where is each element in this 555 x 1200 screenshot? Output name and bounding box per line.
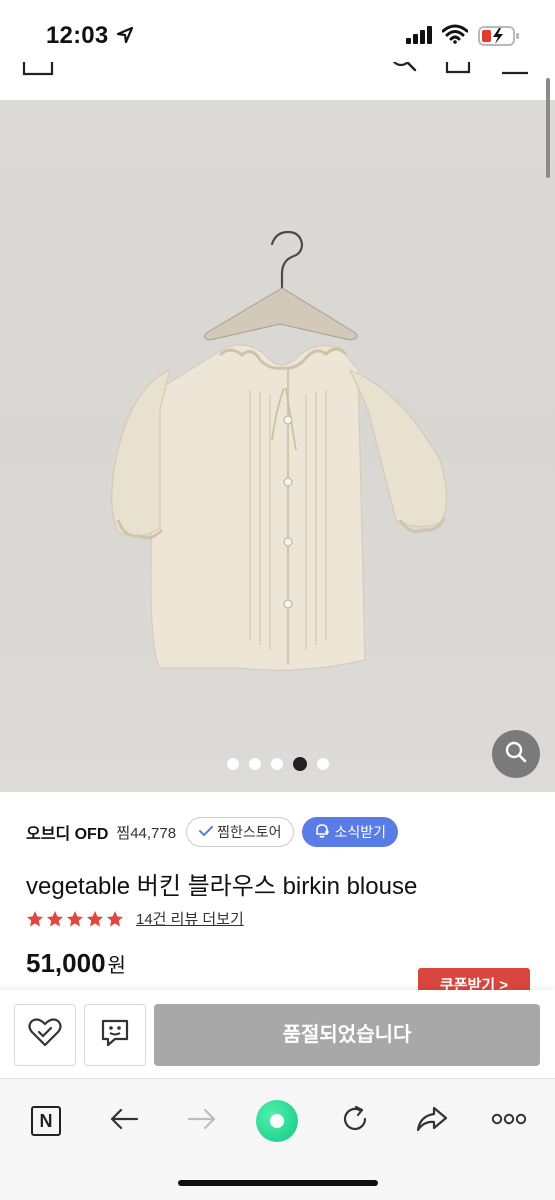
more-dots-icon (491, 1112, 527, 1130)
battery-charging-icon (478, 25, 520, 52)
carousel-dot[interactable] (270, 758, 283, 770)
carousel-indicator (0, 757, 555, 772)
more-button[interactable] (487, 1099, 531, 1143)
seller-row: 오브디 OFD 찜44,778 찜한스토어 소식받기 (26, 816, 399, 848)
share-button[interactable] (410, 1099, 454, 1143)
forward-button[interactable] (180, 1099, 224, 1143)
wifi-icon (441, 24, 469, 49)
status-bar: 12:03 (0, 0, 555, 62)
home-indicator[interactable] (178, 1180, 378, 1186)
product-title: vegetable 버킨 블라우스 birkin blouse (26, 873, 418, 900)
arrow-right-icon (187, 1107, 217, 1136)
carousel-dot-active[interactable] (292, 757, 307, 771)
jjim-count: 찜44,778 (116, 824, 177, 842)
naver-home-button[interactable]: N (24, 1099, 68, 1143)
news-label: 소식받기 (334, 824, 387, 840)
home-icon[interactable] (22, 62, 54, 81)
refresh-button[interactable] (333, 1099, 377, 1143)
price-value: 51,000 (26, 948, 106, 978)
price: 51,000 원 (26, 948, 126, 979)
product-info: 오브디 OFD 찜44,778 찜한스토어 소식받기 vegetable 버킨 … (0, 792, 555, 1008)
news-subscribe-button[interactable]: 소식받기 (302, 817, 399, 847)
cellular-signal-icon (406, 26, 434, 49)
price-unit: 원 (107, 955, 126, 977)
green-dot-icon (256, 1100, 298, 1142)
soldout-button[interactable]: 품절되었습니다 (154, 1004, 540, 1066)
bell-plus-icon (314, 823, 330, 842)
checkmark-icon (199, 824, 214, 840)
status-time: 12:03 (46, 22, 109, 49)
carousel-dot[interactable] (248, 758, 261, 770)
search-icon[interactable] (390, 62, 418, 81)
location-arrow-icon (116, 26, 134, 49)
jjim-store-button[interactable]: 찜한스토어 (186, 817, 295, 847)
purchase-bar: 품절되었습니다 (0, 990, 555, 1078)
refresh-icon (340, 1104, 370, 1139)
jjim-store-label: 찜한스토어 (217, 824, 282, 840)
store-name[interactable]: 오브디 OFD (26, 820, 108, 844)
share-arrow-icon (416, 1105, 448, 1138)
review-link[interactable]: 14건 리뷰 더보기 (136, 908, 244, 929)
arrow-left-icon (109, 1107, 139, 1136)
magnifier-icon (504, 740, 528, 769)
product-image[interactable] (0, 100, 555, 792)
carousel-dot[interactable] (316, 758, 329, 770)
shopping-bag-icon[interactable] (444, 62, 472, 81)
scrollbar[interactable] (546, 78, 550, 178)
hamburger-menu-icon[interactable] (500, 62, 530, 81)
green-dot-button[interactable] (255, 1099, 299, 1143)
rating-stars (26, 910, 126, 928)
blouse-photo (111, 230, 448, 671)
talktalk-button[interactable] (84, 1004, 146, 1066)
carousel-dot[interactable] (226, 758, 239, 770)
rating-row: 14건 리뷰 더보기 (26, 908, 244, 929)
like-button[interactable] (14, 1004, 76, 1066)
page: 12:03 오브디 OFD 찜44,778 찜한스토어 소식받기 vegetab… (0, 0, 555, 1200)
zoom-button[interactable] (492, 730, 540, 778)
back-button[interactable] (102, 1099, 146, 1143)
chat-bubble-icon (99, 1017, 131, 1054)
naver-n-icon: N (31, 1106, 61, 1136)
heart-check-icon (28, 1017, 62, 1053)
app-header (0, 62, 555, 100)
